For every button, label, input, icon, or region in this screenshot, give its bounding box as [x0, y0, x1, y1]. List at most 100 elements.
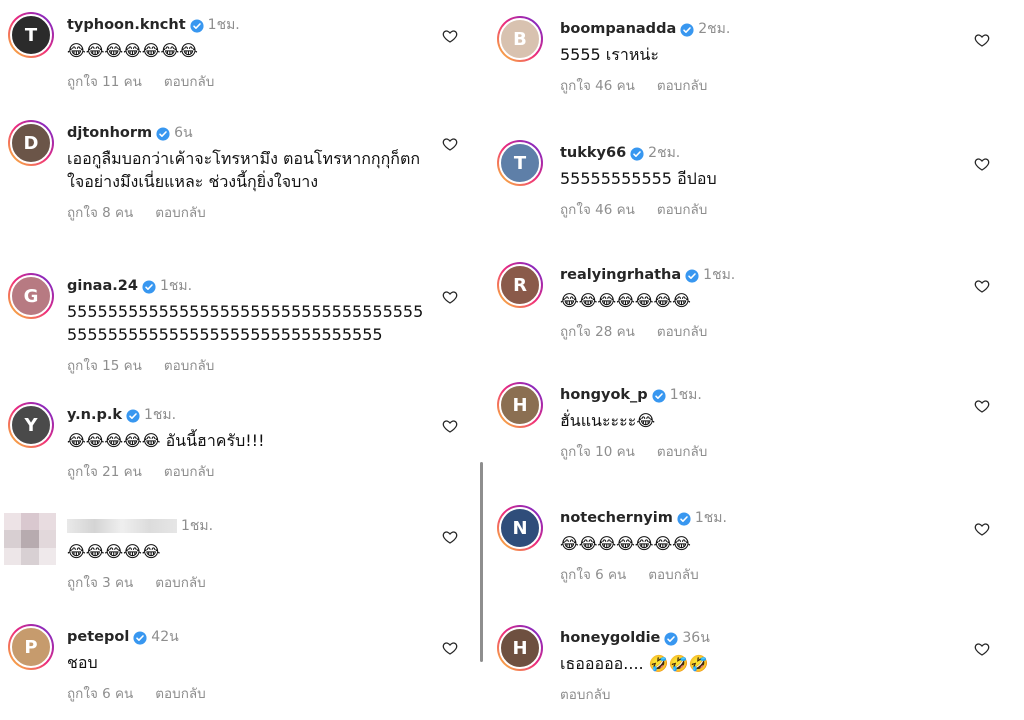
comment-text: 😂😂😂😂😂 อันนี้ฮาครับ!!!	[67, 431, 265, 450]
verified-badge-icon	[677, 511, 691, 526]
timestamp: 1ชม.	[207, 17, 240, 33]
heart-outline-icon[interactable]	[974, 398, 990, 414]
comment-header: 1ชม.	[67, 515, 424, 537]
verified-badge-icon	[142, 279, 156, 294]
comment-meta: ถูกใจ 28 คน ตอบกลับ	[560, 320, 964, 342]
comment-text: 😂😂😂😂😂😂😂	[560, 534, 691, 553]
avatar-image: N	[499, 507, 541, 549]
comment-meta: ถูกใจ 46 คน ตอบกลับ	[560, 198, 964, 220]
verified-badge-icon	[126, 408, 140, 423]
reply-button[interactable]: ตอบกลับ	[155, 686, 205, 702]
comment-meta: ถูกใจ 8 คน ตอบกลับ	[67, 201, 424, 223]
blurred-avatar[interactable]	[4, 513, 56, 565]
heart-outline-icon[interactable]	[442, 640, 458, 656]
heart-outline-icon[interactable]	[442, 28, 458, 44]
like-count[interactable]: ถูกใจ 8 คน	[67, 205, 133, 221]
avatar-image: G	[10, 275, 52, 317]
comment-text: ชอบ	[67, 653, 98, 672]
timestamp: 36น	[682, 630, 710, 646]
username-link[interactable]: hongyok_p	[560, 387, 648, 403]
reply-button[interactable]: ตอบกลับ	[648, 567, 698, 583]
like-count[interactable]: ถูกใจ 6 คน	[560, 567, 626, 583]
reply-button[interactable]: ตอบกลับ	[657, 78, 707, 94]
like-count[interactable]: ถูกใจ 11 คน	[67, 74, 142, 90]
comment-text: 😂😂😂😂😂😂😂	[560, 291, 691, 310]
avatar[interactable]: N	[497, 505, 543, 551]
avatar[interactable]: Y	[8, 402, 54, 448]
comment-meta: ถูกใจ 15 คน ตอบกลับ	[67, 354, 424, 376]
timestamp: 1ชม.	[159, 278, 193, 294]
like-count[interactable]: ถูกใจ 15 คน	[67, 358, 142, 374]
avatar-image: T	[10, 14, 52, 56]
username-link[interactable]: djtonhorm	[67, 125, 152, 141]
reply-button[interactable]: ตอบกลับ	[164, 358, 214, 374]
heart-outline-icon[interactable]	[442, 418, 458, 434]
avatar[interactable]: T	[8, 12, 54, 58]
verified-badge-icon	[133, 630, 147, 645]
verified-badge-icon	[685, 268, 699, 283]
reply-button[interactable]: ตอบกลับ	[560, 687, 610, 703]
heart-outline-icon[interactable]	[974, 156, 990, 172]
reply-button[interactable]: ตอบกลับ	[657, 324, 707, 340]
avatar-image: T	[499, 142, 541, 184]
verified-badge-icon	[630, 146, 644, 161]
avatar[interactable]: G	[8, 273, 54, 319]
reply-button[interactable]: ตอบกลับ	[155, 205, 205, 221]
avatar[interactable]: P	[8, 624, 54, 670]
reply-button[interactable]: ตอบกลับ	[155, 575, 205, 591]
like-count[interactable]: ถูกใจ 21 คน	[67, 464, 142, 480]
avatar[interactable]: H	[497, 625, 543, 671]
heart-outline-icon[interactable]	[974, 278, 990, 294]
username-link[interactable]: tukky66	[560, 145, 626, 161]
like-count[interactable]: ถูกใจ 46 คน	[560, 202, 635, 218]
blurred-username	[67, 519, 177, 533]
heart-outline-icon[interactable]	[442, 529, 458, 545]
timestamp: 1ชม.	[703, 267, 736, 283]
avatar-image: B	[499, 18, 541, 60]
like-count[interactable]: ถูกใจ 46 คน	[560, 78, 635, 94]
reply-button[interactable]: ตอบกลับ	[164, 464, 214, 480]
like-count[interactable]: ถูกใจ 3 คน	[67, 575, 133, 591]
avatar-image: D	[10, 122, 52, 164]
comment-text: เออกูลืมบอกว่าเค้าจะโทรหามึง ตอนโทรหากกุ…	[67, 149, 421, 191]
comment-meta: ถูกใจ 6 คน ตอบกลับ	[560, 563, 964, 585]
like-count[interactable]: ถูกใจ 6 คน	[67, 686, 133, 702]
heart-outline-icon[interactable]	[974, 521, 990, 537]
verified-badge-icon	[680, 22, 694, 37]
comment-header: hongyok_p 1ชม.	[560, 384, 964, 406]
comment-meta: ถูกใจ 10 คน ตอบกลับ	[560, 440, 964, 462]
heart-outline-icon[interactable]	[974, 641, 990, 657]
avatar[interactable]: R	[497, 262, 543, 308]
username-link[interactable]: petepol	[67, 629, 129, 645]
comment-header: tukky66 2ชม.	[560, 142, 964, 164]
username-link[interactable]: notechernyim	[560, 510, 673, 526]
comment-meta: ถูกใจ 21 คน ตอบกลับ	[67, 460, 424, 482]
avatar-image: P	[10, 626, 52, 668]
timestamp: 1ชม.	[181, 518, 214, 534]
reply-button[interactable]: ตอบกลับ	[164, 74, 214, 90]
username-link[interactable]: boompanadda	[560, 21, 676, 37]
comment-text: 5555 เราหน่ะ	[560, 45, 659, 64]
heart-outline-icon[interactable]	[442, 136, 458, 152]
like-count[interactable]: ถูกใจ 28 คน	[560, 324, 635, 340]
comment-header: y.n.p.k 1ชม.	[67, 404, 424, 426]
reply-button[interactable]: ตอบกลับ	[657, 202, 707, 218]
verified-badge-icon	[190, 18, 204, 33]
avatar[interactable]: H	[497, 382, 543, 428]
comment-header: ginaa.24 1ชม.	[67, 275, 424, 297]
heart-outline-icon[interactable]	[974, 32, 990, 48]
username-link[interactable]: honeygoldie	[560, 630, 660, 646]
scrollbar[interactable]	[480, 462, 483, 662]
avatar[interactable]: B	[497, 16, 543, 62]
username-link[interactable]: ginaa.24	[67, 278, 138, 294]
username-link[interactable]: y.n.p.k	[67, 407, 122, 423]
reply-button[interactable]: ตอบกลับ	[657, 444, 707, 460]
comment-header: djtonhorm 6น	[67, 122, 424, 144]
avatar[interactable]: T	[497, 140, 543, 186]
avatar[interactable]: D	[8, 120, 54, 166]
username-link[interactable]: typhoon.kncht	[67, 17, 186, 33]
username-link[interactable]: realyingrhatha	[560, 267, 681, 283]
like-count[interactable]: ถูกใจ 10 คน	[560, 444, 635, 460]
comment-header: notechernyim 1ชม.	[560, 507, 964, 529]
heart-outline-icon[interactable]	[442, 289, 458, 305]
